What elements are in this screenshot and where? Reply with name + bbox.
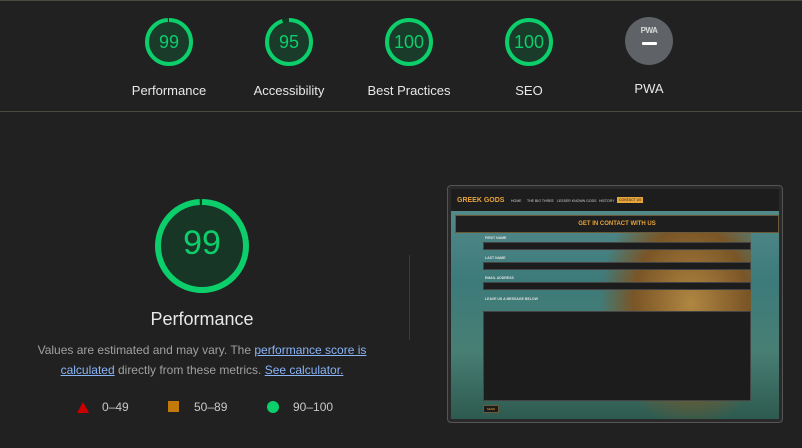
gauge-label: Accessibility <box>253 83 325 98</box>
gauge-label: Performance <box>131 83 207 98</box>
field-label: LAST NAME <box>485 256 506 260</box>
field-label: EMAIL ADDRESS <box>485 276 514 280</box>
send-button: SEND <box>483 405 499 413</box>
pwa-dash-icon <box>642 42 657 45</box>
final-screenshot: GREEK GODS HOME THE BIG THREE LESSER KNO… <box>447 185 783 423</box>
gauge-score: 100 <box>513 32 545 52</box>
field-input <box>483 282 751 290</box>
field-input <box>483 262 751 270</box>
pwa-icon: PWA <box>625 17 673 65</box>
legend-average: 50–89 <box>194 400 228 414</box>
site-nav: GREEK GODS HOME THE BIG THREE LESSER KNO… <box>451 189 779 211</box>
screenshot-page: GREEK GODS HOME THE BIG THREE LESSER KNO… <box>451 189 779 419</box>
legend-pass: 90–100 <box>293 400 334 414</box>
gauge-accessibility[interactable]: 95 Accessibility <box>234 17 344 98</box>
performance-title: Performance <box>150 309 254 329</box>
desc-text: directly from these metrics. <box>114 363 265 377</box>
gauge-performance[interactable]: 99 Performance <box>114 17 224 98</box>
pwa-badge-text: PWA <box>640 26 658 35</box>
see-calculator-link[interactable]: See calculator. <box>265 363 344 377</box>
category-summary-bar: 99 Performance 95 Accessibility 100 Best… <box>0 0 802 112</box>
message-textarea <box>483 311 751 401</box>
gauge-seo[interactable]: 100 SEO <box>474 17 584 98</box>
site-brand: GREEK GODS <box>457 197 505 204</box>
fail-triangle-icon <box>77 402 89 413</box>
performance-gauge-large: 99 <box>152 196 252 296</box>
gauge-label: PWA <box>634 81 664 96</box>
field-label: FIRST NAME <box>485 236 507 240</box>
gauge-pwa[interactable]: PWA PWA <box>594 17 704 96</box>
desc-text: Values are estimated and may vary. The <box>37 343 255 357</box>
gauge-label: SEO <box>515 83 543 98</box>
nav-link: HISTORY <box>599 199 615 203</box>
gauge-score: 100 <box>393 32 425 52</box>
pass-circle-icon <box>267 401 279 413</box>
average-square-icon <box>168 401 179 412</box>
divider <box>409 255 410 340</box>
gauge-score: 99 <box>158 32 180 52</box>
field-input <box>483 242 751 250</box>
gauge-label: Best Practices <box>367 83 451 98</box>
nav-link: HOME <box>511 199 522 203</box>
form-heading: GET IN CONTACT WITH US <box>455 215 779 233</box>
nav-link: THE BIG THREE <box>527 199 554 203</box>
nav-link: LESSER KNOWN GODS <box>557 199 597 203</box>
gauge-best-practices[interactable]: 100 Best Practices <box>354 17 464 98</box>
performance-score-large: 99 <box>183 224 221 262</box>
form-title: GET IN CONTACT WITH US <box>578 221 656 227</box>
nav-link-active: CONTACT US <box>617 197 644 203</box>
field-label: LEAVE US A MESSAGE BELOW <box>485 297 538 301</box>
legend-fail: 0–49 <box>102 400 129 414</box>
gauge-score: 95 <box>278 32 300 52</box>
performance-description: Values are estimated and may vary. The p… <box>22 340 382 380</box>
